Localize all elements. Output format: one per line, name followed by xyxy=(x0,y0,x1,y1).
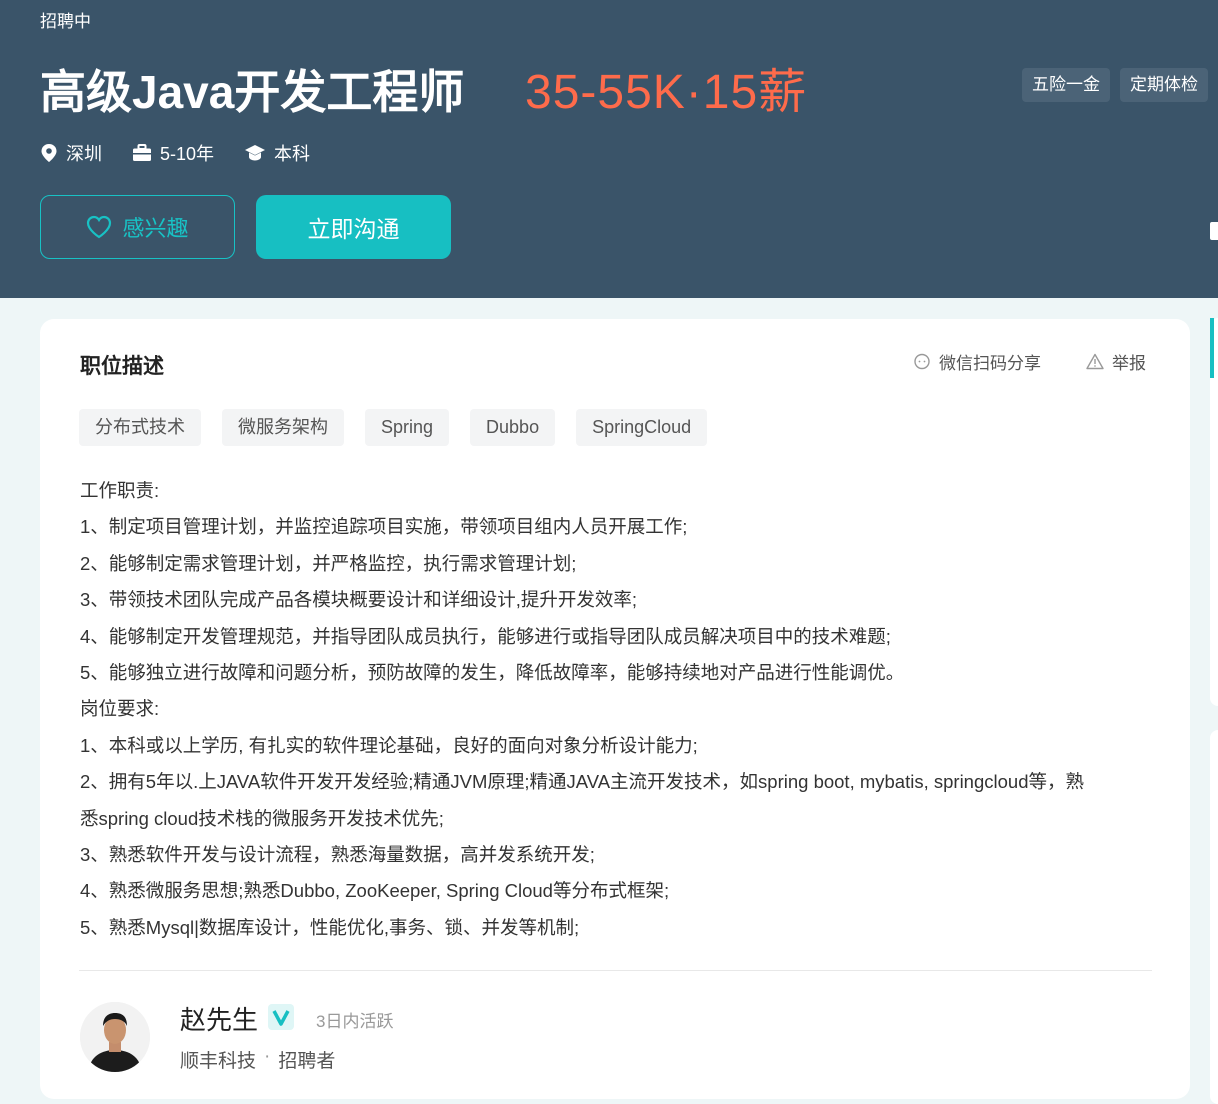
recruiter-company: 顺丰科技 xyxy=(180,1051,257,1072)
heart-icon xyxy=(87,215,112,239)
description-line: 1、制定项目管理计划，并监控追踪项目实施，带领项目组内人员开展工作; xyxy=(80,516,688,538)
warning-icon xyxy=(1086,353,1104,370)
description-line: 工作职责: xyxy=(80,480,160,501)
chat-now-button[interactable]: 立即沟通 xyxy=(256,195,451,259)
job-title: 高级Java开发工程师 xyxy=(40,66,465,118)
job-description-card: 职位描述 微信扫码分享 举报 分布式技术 微服务架构 Spring Dubbo … xyxy=(40,319,1190,1099)
wechat-icon xyxy=(914,353,930,369)
meta-experience: 5-10年 xyxy=(132,140,214,166)
interest-button[interactable]: 感兴趣 xyxy=(40,195,235,259)
briefcase-icon xyxy=(133,144,151,161)
salary: 35-55K·15薪 xyxy=(525,66,808,119)
recruiter-name: 赵先生 xyxy=(180,1005,259,1035)
description-line: 2、能够制定需求管理计划，并严格监控，执行需求管理计划; xyxy=(80,552,577,574)
wechat-share[interactable]: 微信扫码分享 xyxy=(913,349,1041,374)
description-line: 2、拥有5年以.上JAVA软件开发开发经验;精通JVM原理;精通JAVA主流开发… xyxy=(80,771,1084,793)
recruiter-avatar[interactable] xyxy=(80,1002,150,1072)
description-line: 3、熟悉软件开发与设计流程，熟悉海量数据，高并发系统开发; xyxy=(80,844,595,866)
verified-badge-icon xyxy=(268,1004,294,1030)
description-line: 5、能够独立进行故障和问题分析，预防故障的发生，降低故障率，能够持续地对产品进行… xyxy=(80,662,905,684)
recruiter-role: 招聘者 xyxy=(278,1051,336,1072)
description-line: 1、本科或以上学历, 有扎实的软件理论基础，良好的面向对象分析设计能力; xyxy=(80,734,698,756)
benefit-tags: 五险一金 定期体检 xyxy=(1022,68,1208,102)
skill-tags: 分布式技术 微服务架构 Spring Dubbo SpringCloud xyxy=(79,409,708,446)
location-text: 深圳 xyxy=(66,144,102,164)
interest-button-label: 感兴趣 xyxy=(122,216,189,241)
side-panel-edge-lower xyxy=(1210,730,1218,1104)
divider xyxy=(79,970,1152,971)
person-avatar-icon xyxy=(80,1002,150,1072)
job-meta: 深圳 5-10年 本科 xyxy=(40,140,310,166)
graduation-cap-icon xyxy=(245,145,266,161)
section-title: 职位描述 xyxy=(80,355,164,378)
job-description-text: 工作职责: 1、制定项目管理计划，并监控追踪项目实施，带领项目组内人员开展工作;… xyxy=(80,473,1155,946)
meta-location: 深圳 xyxy=(40,140,102,166)
report-link[interactable]: 举报 xyxy=(1086,349,1146,374)
benefit-tag: 定期体检 xyxy=(1120,68,1208,102)
separator-dot: · xyxy=(264,1046,271,1067)
meta-education: 本科 xyxy=(244,140,310,166)
skill-tag: 分布式技术 xyxy=(79,409,201,446)
benefit-tag: 五险一金 xyxy=(1022,68,1110,102)
description-line: 岗位要求: xyxy=(80,698,160,720)
description-line: 5、熟悉Mysql|数据库设计，性能优化,事务、锁、并发等机制; xyxy=(80,916,580,938)
job-status: 招聘中 xyxy=(40,12,91,31)
share-label: 微信扫码分享 xyxy=(939,354,1041,373)
description-line: 4、能够制定开发管理规范，并指导团队成员执行，能够进行或指导团队成员解决项目中的… xyxy=(80,625,891,647)
description-line: 4、熟悉微服务思想;熟悉Dubbo, ZooKeeper, Spring Clo… xyxy=(80,880,670,902)
description-line: 悉spring cloud技术栈的微服务开发技术优先; xyxy=(80,807,444,829)
side-panel-edge xyxy=(1210,318,1218,706)
report-label: 举报 xyxy=(1112,354,1146,373)
skill-tag: 微服务架构 xyxy=(222,409,344,446)
location-pin-icon xyxy=(41,144,57,162)
skill-tag: SpringCloud xyxy=(576,409,708,446)
recruiter-company-line: 顺丰科技 · 招聘者 xyxy=(180,1046,335,1073)
job-header: 招聘中 高级Java开发工程师 35-55K·15薪 五险一金 定期体检 深圳 … xyxy=(0,0,1218,298)
education-text: 本科 xyxy=(274,144,311,164)
description-line: 3、带领技术团队完成产品各模块概要设计和详细设计,提升开发效率; xyxy=(80,589,638,611)
recruiter-activity: 3日内活跃 xyxy=(316,1012,394,1031)
side-toolbar-edge[interactable] xyxy=(1210,222,1218,240)
skill-tag: Dubbo xyxy=(470,409,556,446)
skill-tag: Spring xyxy=(365,409,450,446)
experience-text: 5-10年 xyxy=(160,144,215,164)
